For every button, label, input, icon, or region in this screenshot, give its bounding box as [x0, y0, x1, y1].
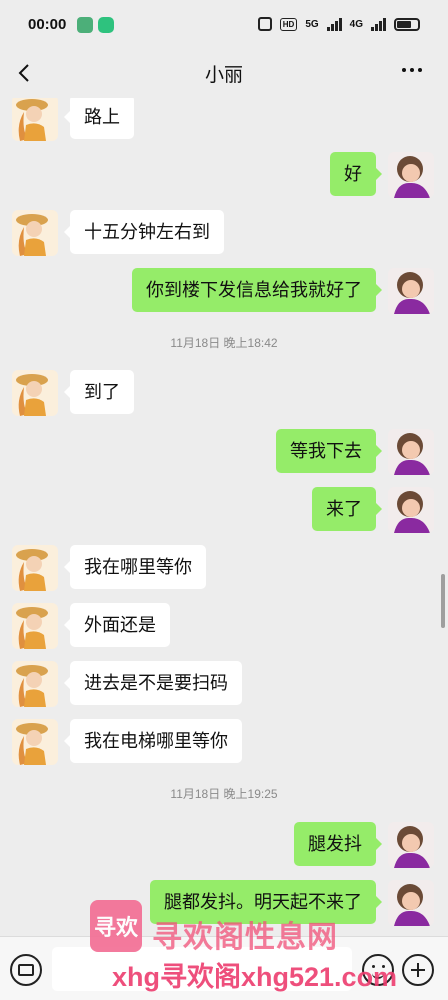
- keyboard-icon[interactable]: [10, 954, 42, 986]
- message-timestamp: 11月18日 晚上18:42: [170, 336, 278, 350]
- contact-avatar[interactable]: [12, 98, 58, 141]
- message-bubble[interactable]: 路上: [64, 98, 134, 139]
- signal-icon-2: [371, 17, 386, 31]
- contact-avatar[interactable]: [12, 719, 58, 765]
- contact-avatar[interactable]: [12, 370, 58, 416]
- message-bubble[interactable]: 好: [330, 152, 382, 196]
- status-indicators: HD 5G 4G: [257, 17, 420, 31]
- signal-5g-label: 5G: [305, 18, 319, 30]
- message-bubble[interactable]: 我在电梯哪里等你: [64, 719, 242, 763]
- user-avatar[interactable]: [388, 429, 434, 475]
- chat-title: 小丽: [204, 65, 243, 86]
- watermark-logo-text: 寻欢: [93, 915, 138, 940]
- notification-app-icon: [77, 17, 93, 33]
- user-avatar[interactable]: [388, 487, 434, 533]
- watermark-title: 寻欢阁性息网: [152, 921, 338, 954]
- message-bubble[interactable]: 十五分钟左右到: [64, 210, 224, 254]
- battery-icon: [394, 17, 420, 31]
- signal-4g-label: 4G: [349, 18, 363, 30]
- contact-avatar[interactable]: [12, 661, 58, 707]
- nfc-icon: [257, 17, 272, 31]
- contact-avatar[interactable]: [12, 210, 58, 256]
- message-bubble[interactable]: 我在哪里等你: [64, 545, 206, 589]
- message-timestamp: 11月18日 晚上19:25: [170, 787, 278, 801]
- status-bar: 00:00 HD 5G 4G: [0, 0, 448, 52]
- watermark-logo: 寻欢: [90, 900, 142, 952]
- message-bubble[interactable]: 你到楼下发信息给我就好了: [132, 268, 382, 312]
- plus-icon[interactable]: [402, 954, 434, 986]
- hd-badge: HD: [279, 17, 298, 31]
- user-avatar[interactable]: [388, 268, 434, 314]
- chat-header: 小丽: [0, 52, 448, 98]
- message-bubble[interactable]: 等我下去: [276, 429, 382, 473]
- message-bubble[interactable]: 外面还是: [64, 603, 170, 647]
- ellipsis-icon[interactable]: [402, 60, 428, 80]
- signal-icon: [326, 17, 342, 31]
- message-bubble[interactable]: 进去是不是要扫码: [64, 661, 242, 705]
- status-time: 00:00: [28, 16, 67, 33]
- message-bubble[interactable]: 来了: [312, 487, 382, 531]
- user-avatar[interactable]: [388, 880, 434, 926]
- user-avatar[interactable]: [388, 822, 434, 868]
- watermark-url: xhg寻欢阁xhg521.com: [112, 962, 398, 992]
- notification-app-icon-2: [98, 17, 114, 33]
- scrollbar-thumb[interactable]: [441, 574, 445, 628]
- contact-avatar[interactable]: [12, 545, 58, 591]
- message-bubble[interactable]: 腿发抖: [294, 822, 382, 866]
- contact-avatar[interactable]: [12, 603, 58, 649]
- message-list: 路上 好 十五分钟左右到 你到楼下发信息给我就好了 11月18日 晚上18:42…: [0, 98, 448, 936]
- user-avatar[interactable]: [388, 152, 434, 198]
- message-bubble[interactable]: 到了: [64, 370, 134, 414]
